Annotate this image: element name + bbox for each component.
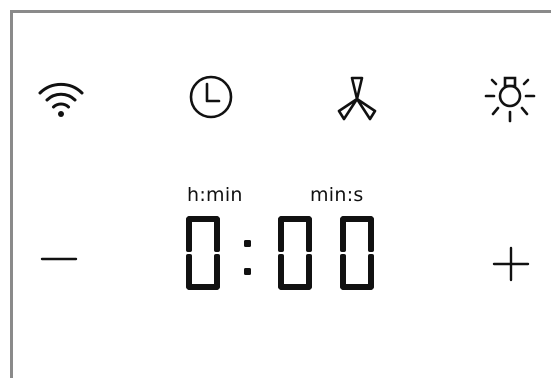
fan-icon[interactable] [332,72,382,122]
digit-segment-f [278,217,284,252]
digit-segment-b [306,217,312,252]
colon-dot [244,268,251,275]
display-digit [278,216,312,290]
increase-button[interactable] [490,244,534,284]
plus-icon [492,246,530,282]
display-digit [340,216,374,290]
seven-segment-display [186,216,374,290]
digit-segment-e [278,254,284,289]
light-icon[interactable] [484,70,536,124]
panel-frame-left [10,10,13,378]
minus-icon [40,257,78,261]
digit-segment-c [368,254,374,289]
panel-frame-top [10,10,551,13]
digit-segment-c [306,254,312,289]
digit-segment-f [186,217,192,252]
digit-segment-e [340,254,346,289]
minutes-seconds-unit-label: min:s [310,184,364,206]
decrease-button[interactable] [38,244,80,274]
digit-segment-b [368,217,374,252]
hours-minutes-unit-label: h:min [187,184,243,206]
wifi-icon[interactable] [36,74,86,120]
time-display: 0:00 [180,212,385,297]
oven-control-panel: h:min min:s 0:00 [0,0,551,378]
clock-icon[interactable] [186,72,236,122]
digit-segment-f [340,217,346,252]
colon-dot [244,240,251,247]
digit-segment-b [214,217,220,252]
display-digit [186,216,220,290]
digit-segment-c [214,254,220,289]
digit-segment-e [186,254,192,289]
